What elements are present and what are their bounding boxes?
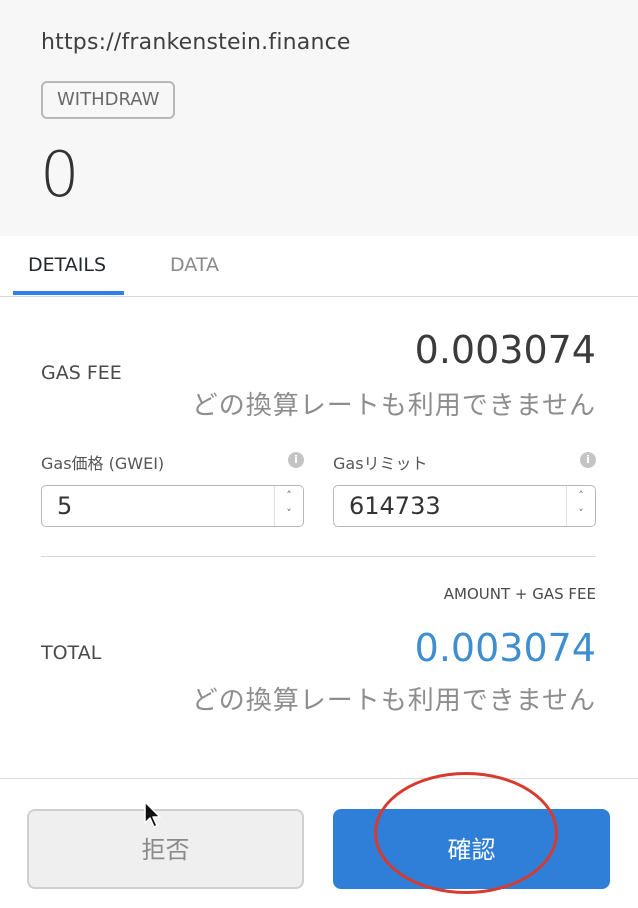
mouse-cursor-icon [144, 801, 161, 828]
tab-data[interactable]: DATA [170, 254, 219, 276]
gas-price-label: Gas価格 (GWEI) [41, 454, 165, 473]
gas-fee-fiat: どの換算レートも利用できません [191, 391, 596, 421]
gas-limit-label: Gasリミット [333, 454, 428, 473]
total-subtitle: AMOUNT + GAS FEE [443, 585, 596, 603]
section-divider [41, 556, 596, 557]
spin-up-icon[interactable]: ˄ [567, 489, 595, 502]
tab-details[interactable]: DETAILS [28, 254, 106, 276]
gas-price-stepper: ˄ ˅ [41, 485, 304, 527]
info-icon[interactable]: i [288, 452, 304, 468]
gas-fee-value: 0.003074 [414, 328, 596, 372]
gas-limit-input[interactable] [334, 486, 565, 526]
transaction-header: https://frankenstein.finance WITHDRAW 0 [0, 0, 638, 236]
confirm-button[interactable]: 確認 [333, 809, 610, 889]
total-label: TOTAL [41, 642, 102, 664]
active-tab-indicator [13, 291, 124, 295]
footer-divider [0, 778, 638, 779]
spin-down-icon[interactable]: ˅ [275, 507, 303, 520]
method-badge: WITHDRAW [41, 81, 176, 119]
total-value: 0.003074 [414, 626, 596, 670]
info-icon[interactable]: i [580, 452, 596, 468]
spin-down-icon[interactable]: ˅ [567, 507, 595, 520]
spin-up-icon[interactable]: ˄ [275, 489, 303, 502]
gas-limit-spinner: ˄ ˅ [566, 486, 595, 526]
gas-price-spinner: ˄ ˅ [274, 486, 303, 526]
gas-limit-stepper: ˄ ˅ [333, 485, 596, 527]
transaction-amount: 0 [40, 138, 80, 211]
total-fiat: どの換算レートも利用できません [191, 686, 596, 716]
tab-bar: DETAILS DATA [0, 236, 638, 297]
gas-price-input[interactable] [42, 486, 273, 526]
reject-button[interactable]: 拒否 [27, 809, 304, 889]
gas-fee-label: GAS FEE [41, 362, 122, 384]
site-origin: https://frankenstein.finance [41, 30, 351, 55]
